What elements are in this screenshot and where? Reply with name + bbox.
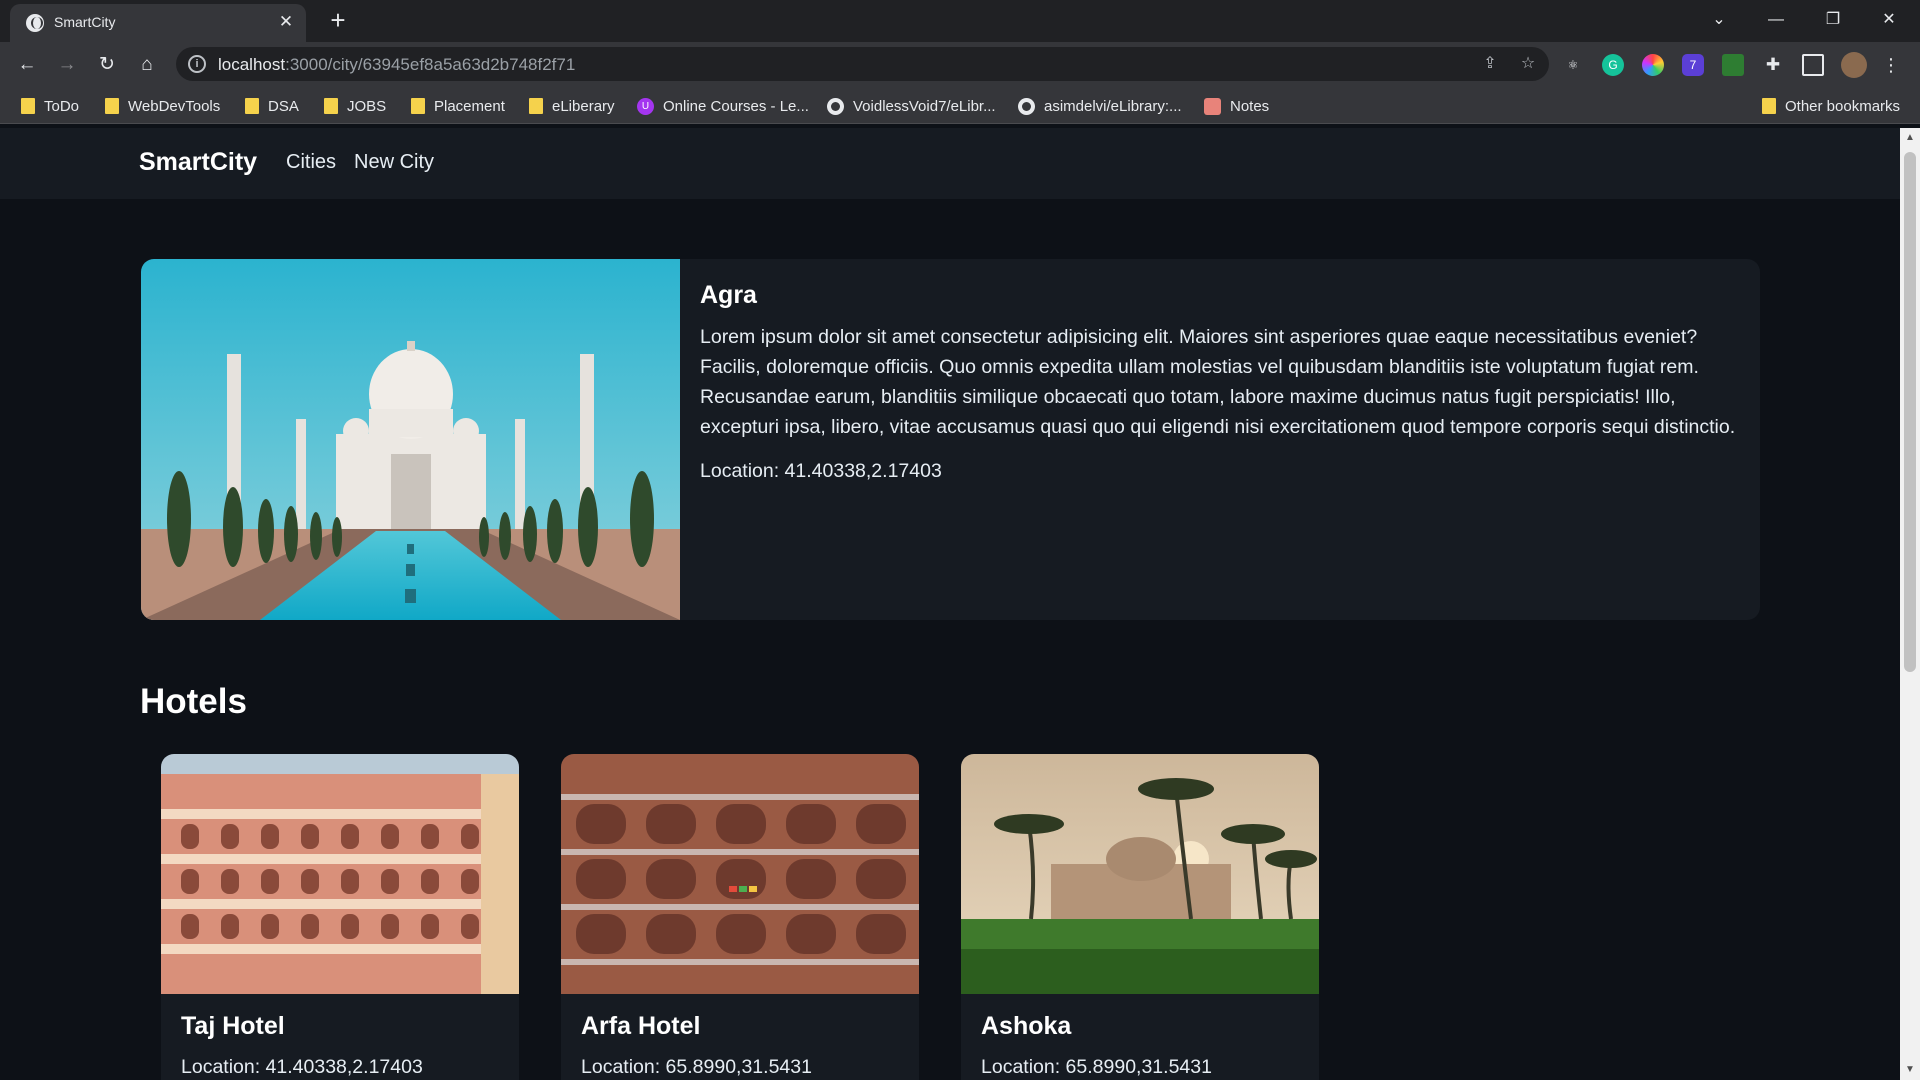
palace-facade-image: [561, 754, 919, 994]
nav-link-new-city[interactable]: New City: [354, 151, 434, 174]
home-button[interactable]: ⌂: [132, 50, 162, 80]
scrollbar-thumb[interactable]: [1904, 152, 1916, 672]
bookmarks-bar: ToDo WebDevTools DSA JOBS Placement eLib…: [0, 87, 1920, 124]
folder-icon: [1762, 98, 1776, 114]
close-tab-icon[interactable]: ✕: [276, 12, 296, 32]
notes-icon: [1204, 97, 1221, 115]
github-icon: [1018, 97, 1035, 115]
extensions-puzzle-icon[interactable]: ✚: [1762, 54, 1784, 76]
grammarly-icon[interactable]: G: [1602, 54, 1624, 76]
folder-icon: [245, 98, 259, 114]
city-card: Agra Lorem ipsum dolor sit amet consecte…: [141, 259, 1760, 620]
share-icon[interactable]: ⇪: [1479, 53, 1501, 75]
city-name: Agra: [700, 281, 757, 309]
extension-badge-icon[interactable]: 7: [1682, 54, 1704, 76]
hotel-card[interactable]: Taj Hotel Location: 41.40338,2.17403: [161, 754, 519, 1080]
tab-title: SmartCity: [54, 14, 116, 30]
bookmark-placement[interactable]: Placement: [411, 96, 505, 116]
reload-button[interactable]: ↻: [92, 50, 122, 80]
scroll-up-arrow-icon[interactable]: ▲: [1904, 132, 1916, 144]
folder-icon: [411, 98, 425, 114]
menu-kebab-icon[interactable]: ⋮: [1880, 54, 1902, 76]
bookmark-asimdelvi[interactable]: asimdelvi/eLibrary:...: [1018, 96, 1182, 116]
site-navbar: SmartCity Cities New City: [0, 128, 1900, 199]
browser-tab[interactable]: SmartCity ✕: [10, 4, 306, 42]
bookmark-dsa[interactable]: DSA: [245, 96, 299, 116]
folder-icon: [324, 98, 338, 114]
hotel-location: Location: 41.40338,2.17403: [181, 1056, 423, 1078]
hotel-name: Ashoka: [981, 1012, 1072, 1040]
github-icon: [827, 97, 844, 115]
other-bookmarks[interactable]: Other bookmarks: [1762, 96, 1900, 116]
color-picker-icon[interactable]: [1642, 54, 1664, 76]
folder-icon: [529, 98, 543, 114]
bookmark-star-icon[interactable]: ☆: [1517, 53, 1539, 75]
side-panel-icon[interactable]: [1802, 54, 1824, 76]
browser-tab-bar: SmartCity ✕ + ⌄ — ❐ ✕: [0, 0, 1920, 42]
forward-button[interactable]: →: [52, 50, 82, 80]
hotel-card[interactable]: Ashoka Location: 65.8990,31.5431: [961, 754, 1319, 1080]
hotel-image: [561, 754, 919, 994]
page-scrollbar[interactable]: ▲ ▼: [1900, 128, 1920, 1080]
brand-logo[interactable]: SmartCity: [139, 148, 257, 177]
hotel-name: Taj Hotel: [181, 1012, 285, 1040]
bookmark-online-courses[interactable]: U Online Courses - Le...: [637, 96, 809, 116]
hotel-location: Location: 65.8990,31.5431: [581, 1056, 812, 1078]
hotel-location: Location: 65.8990,31.5431: [981, 1056, 1212, 1078]
tomb-with-palms-image: [961, 754, 1319, 994]
url-text[interactable]: localhost:3000/city/63945ef8a5a63d2b748f…: [218, 55, 575, 75]
screen-icon[interactable]: [1722, 54, 1744, 76]
restore-button[interactable]: ❐: [1815, 6, 1851, 34]
site-info-icon[interactable]: i: [188, 55, 206, 73]
udemy-icon: U: [637, 97, 654, 115]
minimize-button[interactable]: —: [1758, 6, 1794, 34]
bookmark-jobs[interactable]: JOBS: [324, 96, 386, 116]
new-tab-button[interactable]: +: [324, 6, 352, 34]
bookmark-eliberary[interactable]: eLiberary: [529, 96, 615, 116]
page-viewport: SmartCity Cities New City Agra Lorem ips…: [0, 128, 1900, 1080]
address-bar[interactable]: i localhost:3000/city/63945ef8a5a63d2b74…: [176, 47, 1549, 81]
taj-mahal-image: [141, 259, 680, 620]
tab-search-icon[interactable]: ⌄: [1701, 6, 1737, 34]
folder-icon: [105, 98, 119, 114]
scroll-down-arrow-icon[interactable]: ▼: [1904, 1064, 1916, 1076]
browser-toolbar: ← → ↻ ⌂ i localhost:3000/city/63945ef8a5…: [0, 42, 1920, 87]
hawa-mahal-image: [161, 754, 519, 994]
city-image: [141, 259, 680, 620]
hotel-card[interactable]: Arfa Hotel Location: 65.8990,31.5431: [561, 754, 919, 1080]
bookmark-notes[interactable]: Notes: [1204, 96, 1269, 116]
bookmark-webdevtools[interactable]: WebDevTools: [105, 96, 220, 116]
back-button[interactable]: ←: [12, 50, 42, 80]
hotel-image: [961, 754, 1319, 994]
close-window-button[interactable]: ✕: [1871, 6, 1907, 34]
bookmark-todo[interactable]: ToDo: [21, 96, 79, 116]
city-location: Location: 41.40338,2.17403: [700, 460, 942, 482]
globe-icon: [26, 14, 44, 32]
city-details: Agra Lorem ipsum dolor sit amet consecte…: [700, 281, 1740, 483]
city-description: Lorem ipsum dolor sit amet consectetur a…: [700, 326, 1736, 438]
hotel-name: Arfa Hotel: [581, 1012, 701, 1040]
hotel-image: [161, 754, 519, 994]
folder-icon: [21, 98, 35, 114]
profile-avatar[interactable]: [1841, 52, 1867, 78]
nav-link-cities[interactable]: Cities: [286, 151, 336, 174]
hotels-heading: Hotels: [140, 682, 247, 721]
bookmark-voidlessvoid7[interactable]: VoidlessVoid7/eLibr...: [827, 96, 996, 116]
react-devtools-icon[interactable]: ⚛: [1562, 54, 1584, 76]
